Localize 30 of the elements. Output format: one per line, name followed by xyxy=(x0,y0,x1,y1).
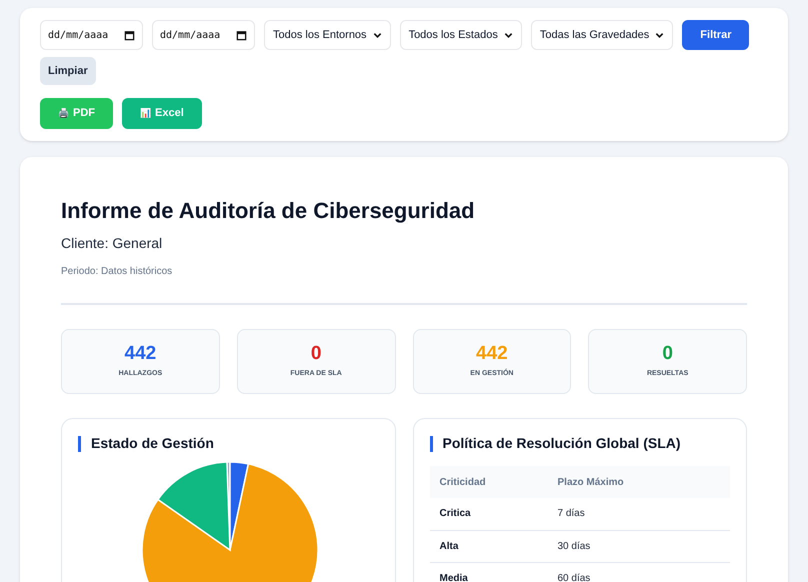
panel-title: Política de Resolución Global (SLA) xyxy=(442,434,681,453)
calendar-icon xyxy=(236,30,247,41)
chevron-down-icon xyxy=(655,30,664,40)
filter-button[interactable]: Filtrar xyxy=(682,20,750,50)
stat-value: 442 xyxy=(124,342,156,366)
chevron-down-icon xyxy=(504,30,513,40)
period-label: Periodo: Datos históricos xyxy=(61,265,174,279)
dropdown[interactable]: Todos los Entornos xyxy=(264,20,391,50)
clear-button[interactable]: Limpiar xyxy=(40,57,96,85)
dropdown[interactable]: Todos los Estados xyxy=(400,20,522,50)
stat-value: 0 xyxy=(310,342,322,366)
table-cell: 30 días xyxy=(558,530,730,562)
column-header: Plazo Máximo xyxy=(558,466,730,498)
report-title: Informe de Auditoría de Ciberseguridad xyxy=(61,197,476,225)
table-cell: Alta xyxy=(430,530,558,562)
column-header: Criticidad xyxy=(430,466,558,498)
date-field[interactable]: dd/mm/aaaa xyxy=(152,20,255,50)
export-button[interactable]: 🖨 PDF xyxy=(40,98,113,129)
calendar-icon xyxy=(124,30,135,41)
table-cell: Media xyxy=(430,562,558,582)
date-field[interactable]: dd/mm/aaaa xyxy=(40,20,143,50)
panel-title: Estado de Gestión xyxy=(91,434,214,453)
chevron-down-icon xyxy=(372,30,382,40)
dropdown[interactable]: Todas las Gravedades xyxy=(530,20,674,50)
table-cell: 7 días xyxy=(558,498,730,530)
table-cell: Critica xyxy=(430,498,558,530)
client-label: Cliente: General xyxy=(61,234,164,253)
stat-value: 0 xyxy=(662,342,673,366)
table-cell: 60 días xyxy=(558,562,730,582)
stat-value: 442 xyxy=(476,342,508,366)
